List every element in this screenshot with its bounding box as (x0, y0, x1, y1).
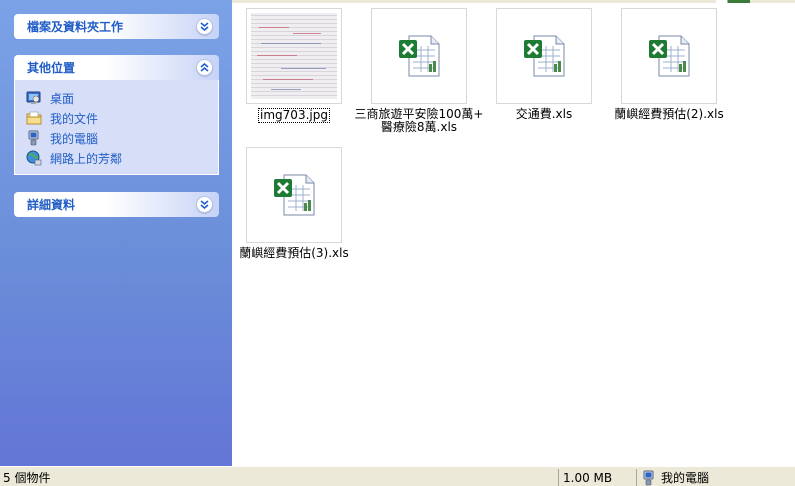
status-size: 1.00 MB (558, 469, 636, 486)
file-thumbnail (621, 8, 717, 104)
excel-file-icon (649, 35, 690, 77)
file-item-img703[interactable]: img703.jpg (224, 8, 364, 123)
file-name: 蘭嶼經費預估(2).xls (614, 107, 724, 121)
details-panel: 詳細資料 (14, 192, 219, 217)
file-item-xls[interactable]: 蘭嶼經費預估(3).xls (224, 147, 364, 260)
file-name: img703.jpg (258, 108, 330, 123)
excel-file-icon (524, 35, 565, 77)
expand-chevron-icon[interactable] (196, 18, 213, 35)
place-link-label: 我的文件 (50, 111, 99, 126)
place-link-desktop[interactable]: 桌面 (26, 88, 218, 108)
desktop-icon (26, 91, 41, 104)
toolbar-edge (232, 0, 795, 3)
other-places-body: 桌面 我的文件 我的電腦 網路上的芳鄰 (14, 80, 219, 175)
my-computer-icon (28, 130, 39, 146)
file-tasks-header[interactable]: 檔案及資料夾工作 (14, 14, 219, 39)
status-bar: 5 個物件 1.00 MB 我的電腦 (0, 466, 795, 486)
other-places-panel: 其他位置 桌面 我的文件 我的電腦 網路上的芳鄰 (14, 55, 219, 175)
place-link-my-computer[interactable]: 我的電腦 (26, 128, 218, 148)
place-link-label: 桌面 (50, 91, 75, 106)
file-item-xls[interactable]: 蘭嶼經費預估(2).xls (599, 8, 739, 121)
file-tasks-title: 檔案及資料夾工作 (27, 20, 124, 34)
place-link-my-documents[interactable]: 我的文件 (26, 108, 218, 128)
image-thumbnail (251, 13, 337, 99)
excel-file-icon (399, 35, 440, 77)
file-thumbnail (246, 8, 342, 104)
status-location: 我的電腦 (636, 469, 795, 486)
file-name: 蘭嶼經費預估(3).xls (239, 246, 349, 260)
expand-chevron-icon[interactable] (196, 196, 213, 213)
collapse-chevron-icon[interactable] (196, 59, 213, 76)
file-item-xls[interactable]: 三商旅遊平安險100萬+ 醫療險8萬.xls (349, 8, 489, 134)
other-places-title: 其他位置 (27, 61, 76, 75)
place-link-network-places[interactable]: 網路上的芳鄰 (26, 148, 218, 168)
place-link-label: 網路上的芳鄰 (50, 151, 123, 166)
details-title: 詳細資料 (27, 198, 76, 212)
my-computer-icon (643, 470, 654, 485)
file-item-xls[interactable]: 交通費.xls (474, 8, 614, 121)
file-name: 三商旅遊平安險100萬+ 醫療險8萬.xls (354, 107, 484, 134)
file-list-view: img703.jpg 三商旅遊平安險100萬+ 醫療險8萬.xls 交通費.xl… (232, 0, 795, 466)
file-tasks-panel: 檔案及資料夾工作 (14, 14, 219, 39)
file-name: 交通費.xls (515, 107, 573, 121)
task-pane: 檔案及資料夾工作 其他位置 桌面 我的文件 我的電腦 網路上的芳鄰 詳細資料 (0, 0, 232, 466)
file-thumbnail (371, 8, 467, 104)
network-places-icon (26, 150, 42, 166)
status-item-count: 5 個物件 (3, 471, 51, 485)
place-link-label: 我的電腦 (50, 131, 99, 146)
explorer-window: 檔案及資料夾工作 其他位置 桌面 我的文件 我的電腦 網路上的芳鄰 詳細資料 i… (0, 0, 795, 486)
my-documents-icon (26, 111, 42, 125)
details-header[interactable]: 詳細資料 (14, 192, 219, 217)
excel-file-icon (274, 174, 315, 216)
other-places-header[interactable]: 其他位置 (14, 55, 219, 80)
file-thumbnail (246, 147, 342, 243)
file-thumbnail (496, 8, 592, 104)
status-location-label: 我的電腦 (661, 471, 710, 485)
